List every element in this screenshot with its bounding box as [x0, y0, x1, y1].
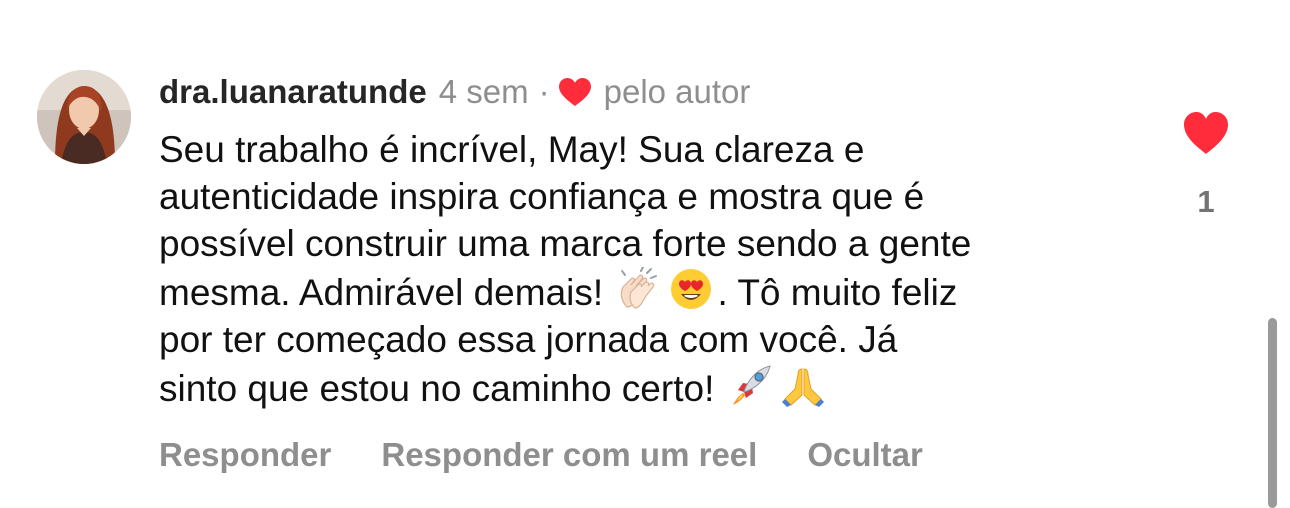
avatar[interactable]: [37, 70, 131, 164]
comment-actions: Responder Responder com um reel Ocultar: [159, 436, 923, 474]
heart-eyes-emoji: [669, 267, 713, 311]
username[interactable]: dra.luanaratunde: [159, 73, 427, 111]
comment-line-segment: sinto que estou no caminho certo!: [159, 368, 715, 409]
comment-line-with-emojis: mesma. Admirável demais! . Tô muito feli…: [159, 267, 1139, 316]
avatar-image: [37, 70, 131, 164]
scrollbar[interactable]: [1268, 318, 1277, 508]
reply-with-reel-button[interactable]: Responder com um reel: [381, 436, 757, 474]
comment-line: Seu trabalho é incrível, May! Sua clarez…: [159, 129, 865, 170]
comment: dra.luanaratunde 4 sem · pelo autor Seu …: [0, 0, 1290, 508]
hide-button[interactable]: Ocultar: [807, 436, 923, 474]
comment-line-segment: mesma. Admirável demais!: [159, 272, 604, 313]
comment-line: por ter começado essa jornada com você. …: [159, 319, 898, 360]
separator: ·: [538, 73, 550, 110]
heart-icon: [1184, 112, 1228, 154]
timestamp: 4 sem: [438, 73, 529, 110]
comment-header: dra.luanaratunde 4 sem · pelo autor: [159, 70, 750, 114]
reply-button[interactable]: Responder: [159, 436, 331, 474]
like-button[interactable]: [1182, 110, 1230, 156]
comment-line: autenticidade inspira confiança e mostra…: [159, 176, 925, 217]
like-count: 1: [1197, 184, 1215, 219]
comment-line: possível construir uma marca forte sendo…: [159, 223, 972, 264]
heart-icon: [558, 77, 592, 107]
comment-line-with-emojis: sinto que estou no caminho certo!: [159, 363, 1139, 412]
liked-by-author-label: pelo autor: [603, 73, 751, 110]
comment-text: Seu trabalho é incrível, May! Sua clarez…: [159, 126, 1139, 412]
folded-hands-emoji: [781, 363, 825, 407]
comment-line-segment: . Tô muito feliz: [717, 272, 958, 313]
clapping-hands-emoji: [617, 267, 661, 311]
rocket-emoji: [729, 363, 773, 407]
